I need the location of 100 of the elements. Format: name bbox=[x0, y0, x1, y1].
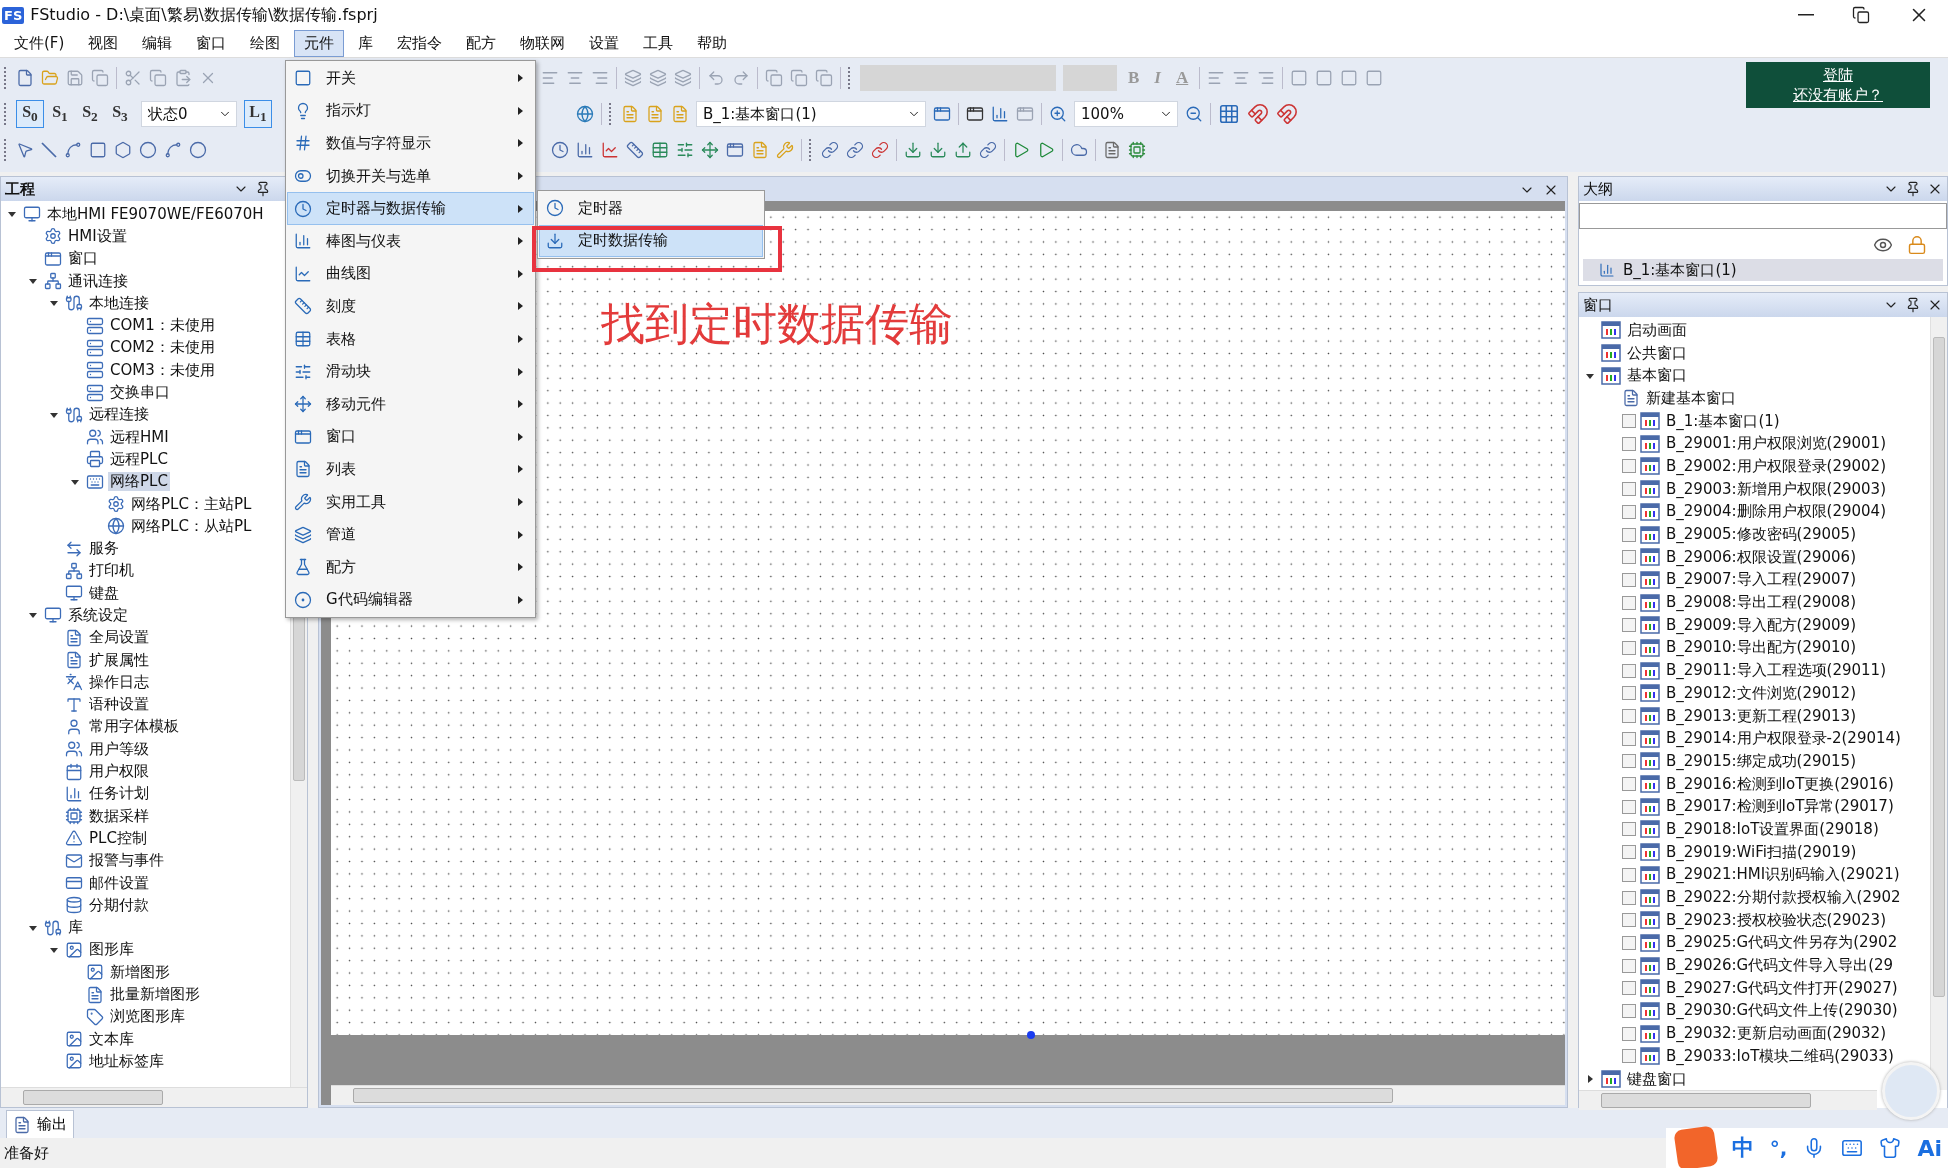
tree-item[interactable]: B_29005:修改密码(29005) bbox=[1664, 525, 1858, 545]
menu-item[interactable]: 宏指令 bbox=[387, 30, 453, 57]
menu-option[interactable]: 定时器与数据传输 bbox=[287, 192, 534, 225]
menu-item[interactable]: 设置 bbox=[579, 30, 630, 57]
ai-button[interactable]: Ai bbox=[1917, 1135, 1942, 1161]
tree-item[interactable]: 公共窗口 bbox=[1625, 343, 1689, 363]
tree-item[interactable]: B_29022:分期付款授权输入(2902 bbox=[1664, 888, 1903, 908]
tree-item[interactable]: 网络PLC：从站PL bbox=[129, 516, 254, 536]
tree-item[interactable]: B_29012:文件浏览(29012) bbox=[1664, 683, 1858, 703]
menu-option[interactable]: 数值与字符显示 bbox=[287, 127, 534, 160]
menu-option[interactable]: 指示灯 bbox=[287, 94, 534, 128]
tree-item[interactable]: 图形库 bbox=[87, 940, 136, 960]
tree-item[interactable]: B_1:基本窗口(1) bbox=[1664, 411, 1782, 431]
tree-item[interactable]: B_29014:用户权限登录-2(29014) bbox=[1664, 729, 1903, 749]
output-tab[interactable]: 输出 bbox=[6, 1110, 74, 1138]
login-button[interactable]: 登陆 还没有账户？ bbox=[1746, 62, 1930, 108]
menu-item[interactable]: 元件 bbox=[294, 30, 345, 57]
tree-item[interactable]: 新增图形 bbox=[108, 962, 172, 982]
menu-item[interactable]: 文件(F) bbox=[4, 30, 75, 57]
tree-item[interactable]: B_29011:导入工程选项(29011) bbox=[1664, 661, 1888, 681]
tree-item[interactable]: B_29009:导入配方(29009) bbox=[1664, 615, 1858, 635]
tree-item[interactable]: 通讯连接 bbox=[66, 271, 130, 291]
tree-item[interactable]: B_29013:更新工程(29013) bbox=[1664, 706, 1858, 726]
tree-item[interactable]: 地址标签库 bbox=[87, 1051, 166, 1071]
tree-item[interactable]: B_29027:G代码文件打开(29027) bbox=[1664, 978, 1900, 998]
tree-item[interactable]: B_29017:检测到IoT异常(29017) bbox=[1664, 797, 1896, 817]
tree-item[interactable]: 键盘 bbox=[87, 583, 121, 603]
tree-item[interactable]: 启动画面 bbox=[1625, 320, 1689, 340]
menu-item[interactable]: 编辑 bbox=[132, 30, 183, 57]
tree-item[interactable]: 任务计划 bbox=[87, 784, 151, 804]
tree-item[interactable]: B_29008:导出工程(29008) bbox=[1664, 593, 1858, 613]
menu-item[interactable]: 工具 bbox=[633, 30, 684, 57]
tree-item[interactable]: 本地连接 bbox=[87, 293, 151, 313]
tree-item[interactable]: 报警与事件 bbox=[87, 851, 166, 871]
tree-item[interactable]: 网络PLC bbox=[108, 472, 170, 492]
tree-item[interactable]: 远程连接 bbox=[87, 405, 151, 425]
menu-item[interactable]: 物联网 bbox=[510, 30, 576, 57]
tree-item[interactable]: COM1：未使用 bbox=[108, 316, 217, 336]
menu-item[interactable]: 视图 bbox=[78, 30, 129, 57]
menu-item[interactable]: 窗口 bbox=[186, 30, 237, 57]
state-select[interactable]: 状态0 bbox=[141, 101, 237, 127]
tree-item[interactable]: 网络PLC：主站PL bbox=[129, 494, 254, 514]
tree-item[interactable]: B_29004:删除用户权限(29004) bbox=[1664, 502, 1888, 522]
tree-item[interactable]: B_29006:权限设置(29006) bbox=[1664, 547, 1858, 567]
tree-item[interactable]: 新建基本窗口 bbox=[1644, 388, 1738, 408]
menu-item[interactable]: 库 bbox=[348, 30, 384, 57]
tree-item[interactable]: 服务 bbox=[87, 539, 121, 559]
tree-item[interactable]: COM3：未使用 bbox=[108, 360, 217, 380]
tree-item[interactable]: 邮件设置 bbox=[87, 873, 151, 893]
tree-item[interactable]: B_29019:WiFi扫描(29019) bbox=[1664, 842, 1859, 862]
tree-item[interactable]: B_29010:导出配方(29010) bbox=[1664, 638, 1858, 658]
tree-item[interactable]: 数据采样 bbox=[87, 806, 151, 826]
tree-item[interactable]: 本地HMI FE9070WE/FE6070H bbox=[45, 204, 266, 224]
tree-item[interactable]: 语种设置 bbox=[87, 695, 151, 715]
tree-item[interactable]: 基本窗口 bbox=[1625, 366, 1689, 386]
tree-item[interactable]: B_29015:绑定成功(29015) bbox=[1664, 751, 1858, 771]
tree-item[interactable]: 键盘窗口 bbox=[1625, 1069, 1689, 1089]
tree-item[interactable]: 用户等级 bbox=[87, 739, 151, 759]
tree-item[interactable]: B_29002:用户权限登录(29002) bbox=[1664, 456, 1888, 476]
state-button[interactable]: S$_{1}$ bbox=[46, 100, 74, 128]
tree-item[interactable]: B_29033:IoT模块二维码(29033) bbox=[1664, 1046, 1896, 1066]
punctuation-toggle[interactable]: °, bbox=[1769, 1136, 1788, 1160]
tree-item[interactable]: 批量新增图形 bbox=[108, 985, 202, 1005]
tree-item[interactable]: 窗口 bbox=[66, 249, 100, 269]
tree-item[interactable]: B_29001:用户权限浏览(29001) bbox=[1664, 434, 1888, 454]
tree-item[interactable]: 用户权限 bbox=[87, 762, 151, 782]
tree-item[interactable]: 系统设定 bbox=[66, 606, 130, 625]
layer-button[interactable]: L$_{1}$ bbox=[244, 100, 272, 128]
tree-item[interactable]: 交换串口 bbox=[108, 383, 172, 402]
tree-item[interactable]: 常用字体模板 bbox=[87, 717, 181, 737]
tree-item[interactable]: B_29018:IoT设置界面(29018) bbox=[1664, 819, 1881, 839]
tree-item[interactable]: HMI设置 bbox=[66, 226, 129, 246]
tree-item[interactable]: 文本库 bbox=[87, 1029, 136, 1049]
ime-mode[interactable]: 中 bbox=[1731, 1133, 1754, 1163]
tree-item[interactable]: 远程PLC bbox=[108, 449, 170, 469]
window-select[interactable]: B_1:基本窗口(1) bbox=[696, 101, 926, 127]
tree-item[interactable]: 远程HMI bbox=[108, 427, 171, 447]
tree-item[interactable]: B_29016:检测到IoT更换(29016) bbox=[1664, 774, 1896, 794]
state-button[interactable]: S$_{0}$ bbox=[16, 100, 44, 128]
tree-item[interactable]: B_29007:导入工程(29007) bbox=[1664, 570, 1858, 590]
tree-item[interactable]: 库 bbox=[66, 918, 85, 938]
tree-item[interactable]: B_29026:G代码文件导入导出(29 bbox=[1664, 956, 1896, 976]
tree-item[interactable]: B_29030:G代码文件上传(29030) bbox=[1664, 1001, 1900, 1021]
tree-item[interactable]: 分期付款 bbox=[87, 895, 151, 915]
tree-item[interactable]: B_29021:HMI识别码输入(29021) bbox=[1664, 865, 1902, 885]
menu-option[interactable]: 开关 bbox=[287, 62, 534, 95]
tree-item[interactable]: B_29023:授权校验状态(29023) bbox=[1664, 910, 1888, 930]
tree-item[interactable]: B_29025:G代码文件另存为(2902 bbox=[1664, 933, 1900, 953]
outline-row[interactable]: B_1:基本窗口(1) bbox=[1583, 259, 1943, 281]
state-button[interactable]: S$_{2}$ bbox=[76, 100, 104, 128]
tree-item[interactable]: B_29003:新增用户权限(29003) bbox=[1664, 479, 1888, 499]
tree-item[interactable]: 打印机 bbox=[87, 561, 136, 581]
menu-option[interactable]: 切换开关与选单 bbox=[287, 159, 534, 193]
tree-item[interactable]: PLC控制 bbox=[87, 828, 149, 848]
tree-item[interactable]: 扩展属性 bbox=[87, 650, 151, 670]
tree-item[interactable]: 浏览图形库 bbox=[108, 1007, 187, 1027]
tree-item[interactable]: 全局设置 bbox=[87, 628, 151, 648]
menu-item[interactable]: 配方 bbox=[456, 30, 507, 57]
tree-item[interactable]: B_29032:更新启动画面(29032) bbox=[1664, 1024, 1888, 1044]
tree-item[interactable]: 操作日志 bbox=[87, 672, 151, 692]
